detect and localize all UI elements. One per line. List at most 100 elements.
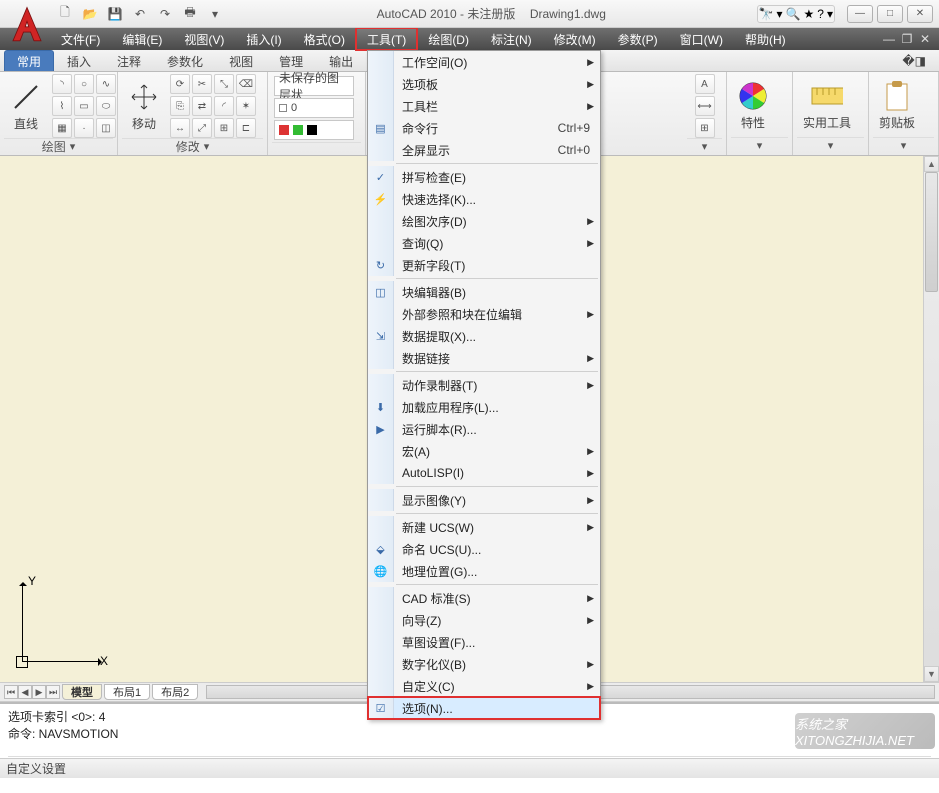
menu-item-2[interactable]: 工具栏▶ [368,95,600,117]
menu-item-27[interactable]: 🌐地理位置(G)... [368,560,600,582]
ribtab-1[interactable]: 插入 [54,50,104,71]
rect-icon[interactable]: ▭ [74,96,94,116]
qat-undo-icon[interactable]: ↶ [129,3,151,25]
arc-icon[interactable]: ◝ [52,74,72,94]
qat-print-icon[interactable]: 🖶 [179,3,201,25]
layer-state-combo[interactable]: 未保存的图层状 [274,76,354,96]
spline-icon[interactable]: ∿ [96,74,116,94]
tab-nav-last-icon[interactable]: ⏭ [46,685,60,699]
menu-窗口[interactable]: 窗口(W) [669,28,734,50]
hatch-icon[interactable]: ▦ [52,118,72,138]
tab-nav-prev-icon[interactable]: ◀ [18,685,32,699]
menu-文件[interactable]: 文件(F) [50,28,111,50]
line-button[interactable]: 直线 [4,79,48,134]
qat-more-icon[interactable]: ▾ [204,3,226,25]
menu-item-3[interactable]: ▤命令行Ctrl+9 [368,117,600,139]
menu-item-4[interactable]: 全屏显示Ctrl+0 [368,139,600,161]
region-icon[interactable]: ◫ [96,118,116,138]
circle-icon[interactable]: ○ [74,74,94,94]
fillet-icon[interactable]: ◜ [214,96,234,116]
qat-redo-icon[interactable]: ↷ [154,3,176,25]
menu-标注[interactable]: 标注(N) [480,28,543,50]
erase-icon[interactable]: ⌫ [236,74,256,94]
explode-icon[interactable]: ✶ [236,96,256,116]
polyline-icon[interactable]: ⌇ [52,96,72,116]
menu-item-20[interactable]: 宏(A)▶ [368,440,600,462]
menu-编辑[interactable]: 编辑(E) [111,28,173,50]
array-icon[interactable]: ⊞ [214,118,234,138]
menu-item-10[interactable]: ↻更新字段(T) [368,254,600,276]
ribbon-toggle[interactable]: �◨ [889,50,939,71]
menu-item-14[interactable]: ⇲数据提取(X)... [368,325,600,347]
mdi-close-icon[interactable]: ✕ [917,32,933,46]
point-icon[interactable]: · [74,118,94,138]
menu-item-18[interactable]: ⬇加载应用程序(L)... [368,396,600,418]
info-search[interactable]: 🔭▾ 🔍 ★ ?▾ [757,5,835,23]
menu-修改[interactable]: 修改(M) [543,28,607,50]
menu-item-13[interactable]: 外部参照和块在位编辑▶ [368,303,600,325]
menu-参数[interactable]: 参数(P) [607,28,669,50]
menu-插入[interactable]: 插入(I) [235,28,292,50]
mtext-icon[interactable]: A [695,74,715,94]
layer-color-row[interactable] [274,120,354,140]
extend-icon[interactable]: ⤡ [214,74,234,94]
menu-item-9[interactable]: 查询(Q)▶ [368,232,600,254]
props-button[interactable]: 特性 [731,78,775,133]
mirror-icon[interactable]: ⇄ [192,96,212,116]
app-menu-button[interactable] [6,4,48,46]
menu-item-33[interactable]: 自定义(C)▶ [368,675,600,697]
ellipse-icon[interactable]: ⬭ [96,96,116,116]
scale-icon[interactable]: ⤢ [192,118,212,138]
dim-icon[interactable]: ⟷ [695,96,715,116]
tab-model[interactable]: 模型 [62,684,102,700]
menu-item-32[interactable]: 数字化仪(B)▶ [368,653,600,675]
menu-item-8[interactable]: 绘图次序(D)▶ [368,210,600,232]
menu-item-7[interactable]: ⚡快速选择(K)... [368,188,600,210]
menu-item-12[interactable]: ◫块编辑器(B) [368,281,600,303]
menu-格式[interactable]: 格式(O) [293,28,356,50]
ribtab-2[interactable]: 注释 [104,50,154,71]
ribtab-4[interactable]: 视图 [216,50,266,71]
tab-layout1[interactable]: 布局1 [104,684,150,700]
menu-item-1[interactable]: 选项板▶ [368,73,600,95]
menu-item-17[interactable]: 动作录制器(T)▶ [368,374,600,396]
scroll-thumb[interactable] [925,172,938,292]
menu-绘图[interactable]: 绘图(D) [417,28,480,50]
stretch-icon[interactable]: ↔ [170,118,190,138]
mdi-restore-icon[interactable]: ❐ [899,32,915,46]
layer-combo[interactable]: 0 [274,98,354,118]
rotate-icon[interactable]: ⟳ [170,74,190,94]
menu-视图[interactable]: 视图(V) [173,28,235,50]
menu-item-26[interactable]: ⬙命名 UCS(U)... [368,538,600,560]
tab-layout2[interactable]: 布局2 [152,684,198,700]
menu-item-29[interactable]: CAD 标准(S)▶ [368,587,600,609]
tab-nav-next-icon[interactable]: ▶ [32,685,46,699]
vertical-scrollbar[interactable]: ▲ ▼ [923,156,939,682]
qat-save-icon[interactable]: 💾 [104,3,126,25]
ribtab-0[interactable]: 常用 [4,50,54,71]
measure-button[interactable]: 实用工具 [797,78,857,133]
maximize-button[interactable]: □ [877,5,903,23]
menu-item-0[interactable]: 工作空间(O)▶ [368,51,600,73]
mdi-minimize-icon[interactable]: — [881,32,897,46]
menu-item-23[interactable]: 显示图像(Y)▶ [368,489,600,511]
menu-item-25[interactable]: 新建 UCS(W)▶ [368,516,600,538]
menu-item-6[interactable]: ✓拼写检查(E) [368,166,600,188]
trim-icon[interactable]: ✂ [192,74,212,94]
menu-工具[interactable]: 工具(T) [356,28,417,50]
menu-item-15[interactable]: 数据链接▶ [368,347,600,369]
menu-item-34[interactable]: ☑选项(N)... [368,697,600,719]
menu-item-31[interactable]: 草图设置(F)... [368,631,600,653]
menu-帮助[interactable]: 帮助(H) [734,28,797,50]
tab-nav-first-icon[interactable]: ⏮ [4,685,18,699]
close-button[interactable]: ✕ [907,5,933,23]
qat-open-icon[interactable]: 📂 [79,3,101,25]
menu-item-19[interactable]: ▶运行脚本(R)... [368,418,600,440]
table-icon[interactable]: ⊞ [695,118,715,138]
move-button[interactable]: 移动 [122,79,166,134]
menu-item-21[interactable]: AutoLISP(I)▶ [368,462,600,484]
ribtab-5[interactable]: 管理 [266,50,316,71]
paste-button[interactable]: 剪贴板 [873,78,921,133]
menu-item-30[interactable]: 向导(Z)▶ [368,609,600,631]
ribtab-3[interactable]: 参数化 [154,50,216,71]
